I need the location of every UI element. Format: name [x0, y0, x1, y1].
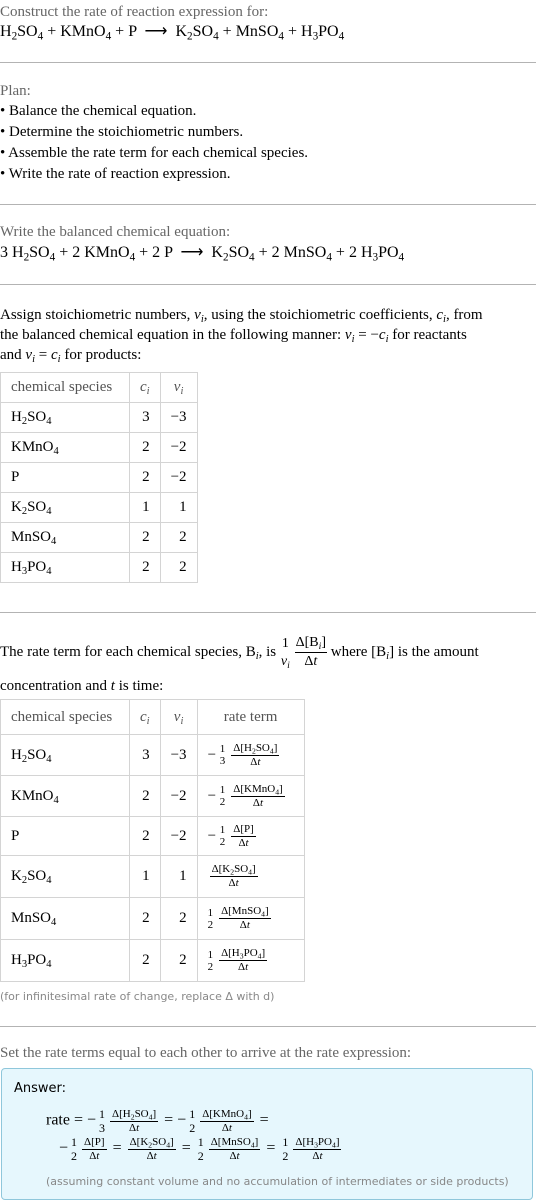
header-v: νi: [159, 372, 198, 403]
species-kmno4: KMnO4: [60, 23, 112, 43]
rate-term: − 1 2 Δ[KMnO4] Δt: [196, 775, 305, 817]
plan-step: • Assemble the rate term for each chemic…: [0, 145, 309, 161]
table-row: KMnO4 2 −2: [0, 432, 198, 463]
intro-heading: Construct the rate of reaction expressio…: [0, 4, 269, 20]
rate-term: Δ[K2SO4] Δt: [196, 855, 305, 898]
stoich-text-line3: and νi = ci for products:: [0, 347, 142, 366]
table-header-row: chemical species ci νi: [0, 372, 198, 403]
species-mnso4: MnSO4: [235, 23, 284, 43]
plan-step: • Write the rate of reaction expression.: [0, 166, 231, 182]
table-header-row: chemical species ci νi rate term: [0, 699, 305, 735]
header-species: chemical species: [0, 372, 130, 403]
table-row: MnSO4 2 2: [0, 522, 198, 553]
final-heading: Set the rate terms equal to each other t…: [0, 1045, 412, 1061]
plan-step: • Balance the chemical equation.: [0, 103, 197, 119]
plan-heading: Plan:: [0, 83, 31, 99]
table-row: P 2 −2 − 1 2 Δ[P] Δt: [0, 816, 305, 856]
assumption-note: (assuming constant volume and no accumul…: [46, 1175, 509, 1188]
balanced-equation: 3 H2SO4 + 2 KMnO4 + 2 P ⟶ K2SO4 + 2 MnSO…: [0, 244, 405, 264]
table-row: P 2 −2: [0, 462, 198, 493]
table-row: KMnO4 2 −2 − 1 2 Δ[KMnO4] Δt: [0, 775, 305, 817]
table-row: H3PO4 2 2 1 2 Δ[H3PO4] Δt: [0, 939, 305, 982]
divider: [0, 62, 536, 63]
rate-term-text: The rate term for each chemical species,…: [0, 635, 479, 671]
rate-term: 1 2 Δ[MnSO4] Δt: [196, 897, 305, 940]
species-p: P: [128, 23, 137, 40]
stoich-text-line2: the balanced chemical equation in the fo…: [0, 327, 467, 346]
reaction-arrow: ⟶: [144, 23, 168, 40]
rate-term-text-line2: concentration and t is time:: [0, 678, 164, 694]
table-row: K2SO4 1 1: [0, 492, 198, 523]
table-row: H2SO4 3 −3: [0, 402, 198, 433]
answer-box: Answer: rate = −1 3 Δ[H2SO4] Δt = −1 2 Δ[KMnO…: [1, 1068, 533, 1200]
divider: [0, 284, 536, 285]
table-row: H2SO4 3 −3 − 1 3 Δ[H2SO4] Δt: [0, 734, 305, 776]
divider: [0, 204, 536, 205]
divider: [0, 612, 536, 613]
plan-step: • Determine the stoichiometric numbers.: [0, 124, 244, 140]
rate-term: − 1 2 Δ[P] Δt: [196, 816, 305, 856]
stoich-table: chemical species ci νi H2SO4 3 −3 KMnO4 2 −2…: [0, 372, 198, 583]
unbalanced-reaction: H2SO4 + KMnO4 + P ⟶ K2SO4 + MnSO4 + H3PO…: [0, 23, 345, 43]
rate-term: − 1 3 Δ[H2SO4] Δt: [196, 734, 305, 776]
rate-expression-line1: rate = −1 3 Δ[H2SO4] Δt = −1 2 Δ[KMnO4] Δt =: [46, 1107, 269, 1135]
stoich-text-line1: Assign stoichiometric numbers, νi, using…: [0, 307, 483, 326]
table-row: K2SO4 1 1 Δ[K2SO4] Δt: [0, 855, 305, 898]
answer-label: Answer:: [14, 1081, 67, 1096]
rate-term-table: chemical species ci νi rate term H2SO4 3−…: [0, 699, 305, 982]
table-row: H3PO4 2 2: [0, 552, 198, 583]
rate-expression-line2: −1 2 Δ[P] Δt = Δ[K2SO4] Δt = 1 2 Δ[MnSO4] Δt = …: [59, 1135, 342, 1163]
infinitesimal-footnote: (for infinitesimal rate of change, repla…: [0, 990, 275, 1003]
species-k2so4: K2SO4: [175, 23, 219, 43]
header-c: ci: [129, 372, 161, 403]
divider: [0, 1026, 536, 1027]
balanced-heading: Write the balanced chemical equation:: [0, 224, 231, 240]
table-row: MnSO4 2 2 1 2 Δ[MnSO4] Δt: [0, 897, 305, 940]
species-h2so4: H2SO4: [0, 23, 44, 43]
rate-term: 1 2 Δ[H3PO4] Δt: [196, 939, 305, 982]
species-h3po4: H3PO4: [301, 23, 345, 43]
